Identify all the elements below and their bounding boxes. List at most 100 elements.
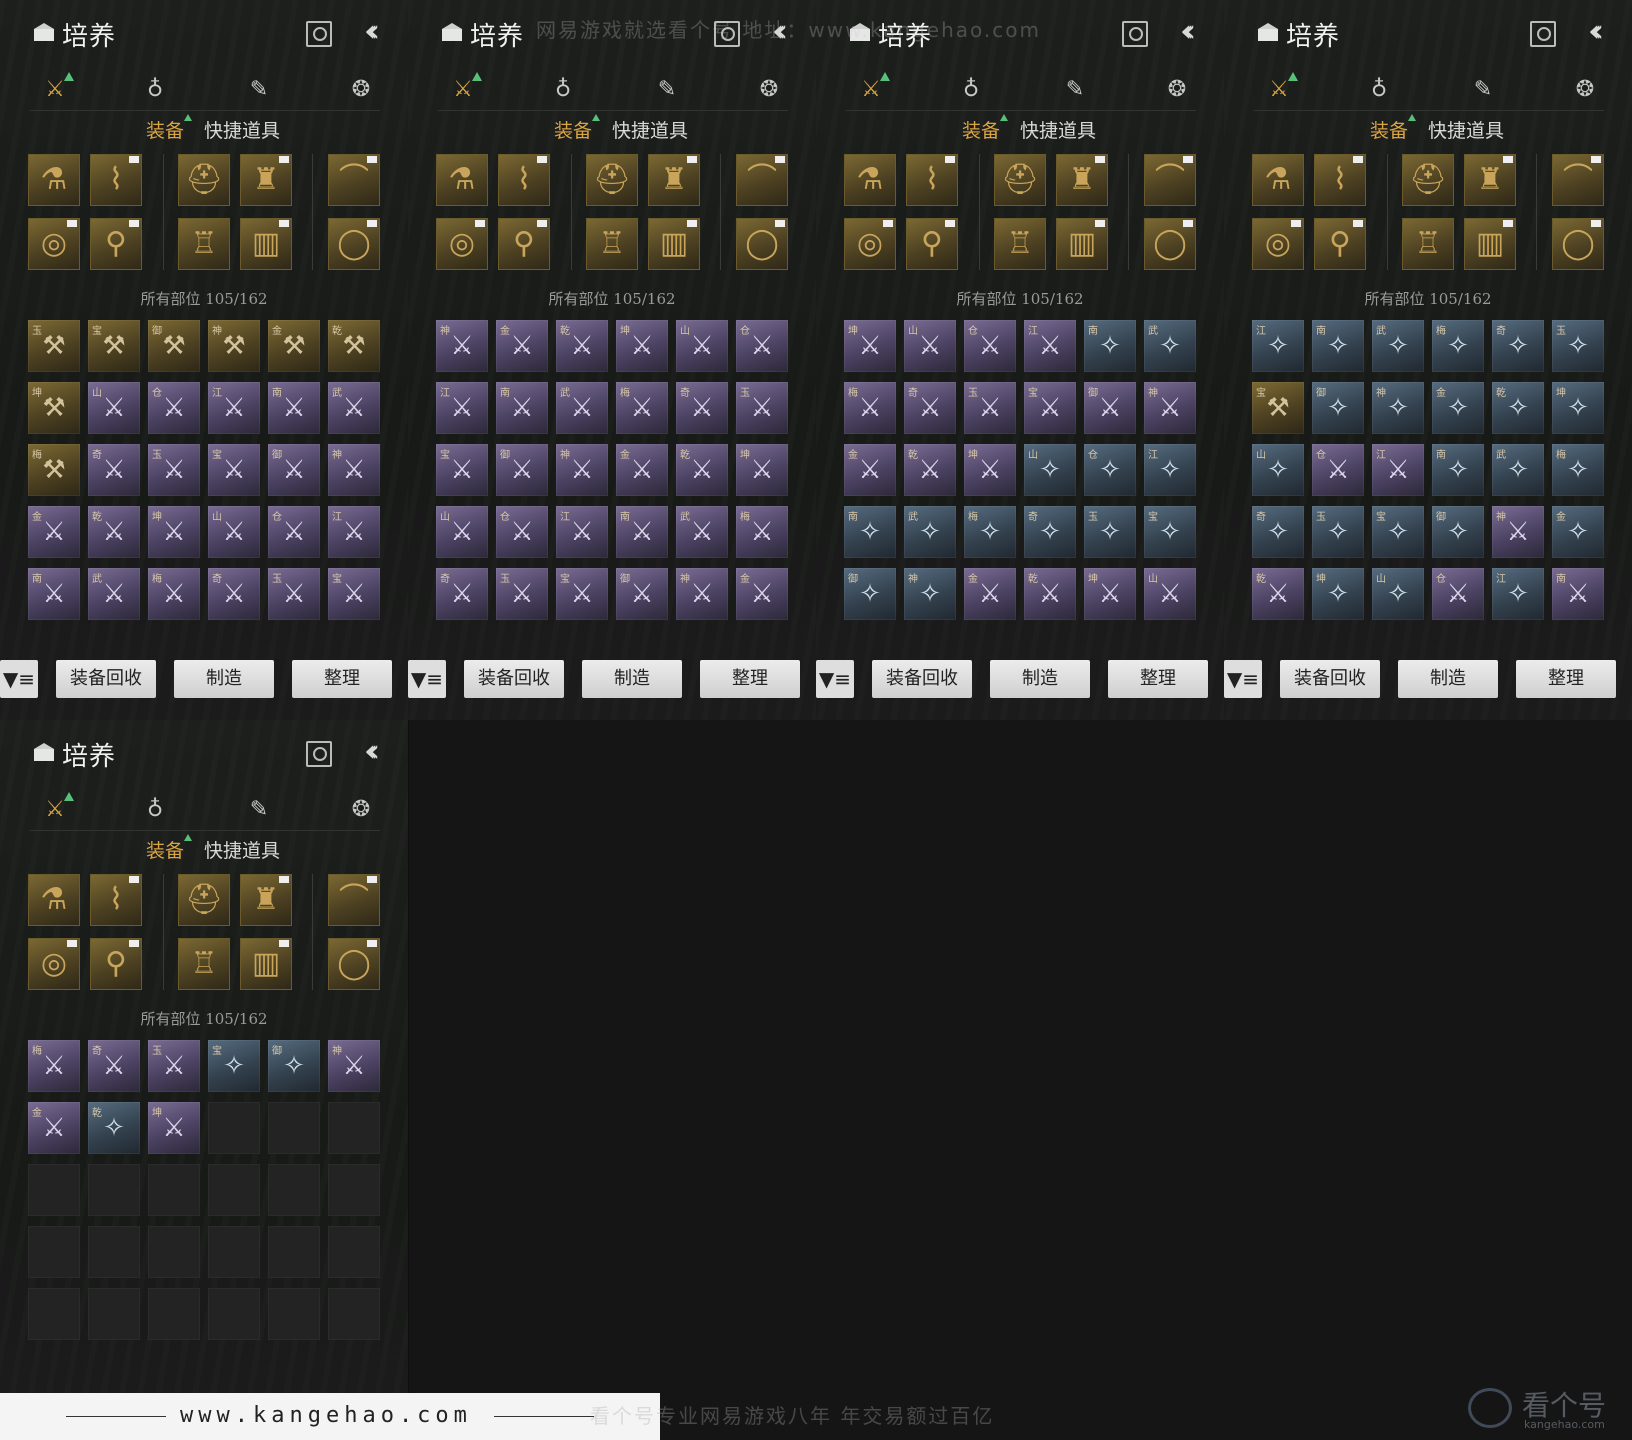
inventory-slot[interactable]	[328, 1164, 380, 1216]
inventory-slot[interactable]: 乾 ✧	[1492, 382, 1544, 434]
search-icon[interactable]	[1530, 21, 1556, 47]
equipped-slot[interactable]: ⌇	[90, 874, 142, 926]
inventory-slot[interactable]: 乾 ⚔	[1252, 568, 1304, 620]
equipped-slot[interactable]: ⌇	[498, 154, 550, 206]
inventory-slot[interactable]: 金 ⚔	[28, 506, 80, 558]
inventory-slot[interactable]: 金 ✧	[1432, 382, 1484, 434]
equipped-slot[interactable]: ♜	[648, 154, 700, 206]
inventory-slot[interactable]: 武 ✧	[904, 506, 956, 558]
inventory-slot[interactable]: 南 ✧	[1312, 320, 1364, 372]
inventory-slot[interactable]	[148, 1288, 200, 1340]
equipped-slot[interactable]: ◯	[328, 938, 380, 990]
double-chevron-left-icon[interactable]: ‹‹‹	[364, 734, 380, 769]
inventory-slot[interactable]: 南 ⚔	[1552, 568, 1604, 620]
tab-equipment[interactable]: 装备	[962, 114, 1009, 143]
search-icon[interactable]	[306, 741, 332, 767]
inventory-slot[interactable]: 乾 ⚔	[904, 444, 956, 496]
equipped-slot[interactable]: ♜	[240, 874, 292, 926]
tab-equipment[interactable]: 装备	[1370, 114, 1417, 143]
inventory-slot[interactable]: 仓 ⚔	[736, 320, 788, 372]
gourd-icon[interactable]: ❂	[344, 74, 378, 106]
inventory-slot[interactable]: 梅 ✧	[1432, 320, 1484, 372]
inventory-slot[interactable]: 御 ⚔	[616, 568, 668, 620]
pouch-icon[interactable]: ♁	[1362, 74, 1396, 106]
inventory-slot[interactable]: 宝 ⚒	[1252, 382, 1304, 434]
tab-quick-items[interactable]: 快捷道具	[204, 116, 280, 143]
inventory-slot[interactable]: 仓 ⚔	[268, 506, 320, 558]
equipped-slot[interactable]: ⛑	[1402, 154, 1454, 206]
inventory-slot[interactable]	[148, 1226, 200, 1278]
inventory-slot[interactable]: 神 ⚒	[208, 320, 260, 372]
inventory-slot[interactable]: 金 ⚔	[736, 568, 788, 620]
inventory-slot[interactable]	[328, 1288, 380, 1340]
crossed-swords-icon[interactable]: ⚔	[446, 72, 482, 106]
pouch-icon[interactable]: ♁	[138, 794, 172, 826]
inventory-slot[interactable]: 玉 ⚔	[964, 382, 1016, 434]
inventory-slot[interactable]	[88, 1288, 140, 1340]
inventory-slot[interactable]: 金 ✧	[1552, 506, 1604, 558]
inventory-slot[interactable]	[208, 1164, 260, 1216]
sort-button[interactable]: 整理	[1108, 660, 1208, 698]
inventory-slot[interactable]	[28, 1226, 80, 1278]
inventory-slot[interactable]: 金 ⚔	[616, 444, 668, 496]
tab-equipment[interactable]: 装备	[146, 114, 193, 143]
equipped-slot[interactable]: ◯	[328, 218, 380, 270]
inventory-slot[interactable]: 宝 ⚔	[328, 568, 380, 620]
inventory-slot[interactable]: 奇 ✧	[1252, 506, 1304, 558]
gourd-icon[interactable]: ❂	[344, 794, 378, 826]
inventory-slot[interactable]: 武 ⚔	[676, 506, 728, 558]
inventory-slot[interactable]: 武 ⚔	[328, 382, 380, 434]
inventory-slot[interactable]: 梅 ⚒	[28, 444, 80, 496]
inventory-slot[interactable]: 山 ⚔	[676, 320, 728, 372]
equipped-slot[interactable]: ♖	[586, 218, 638, 270]
inventory-slot[interactable]: 乾 ⚔	[88, 506, 140, 558]
equipped-slot[interactable]: ♜	[1056, 154, 1108, 206]
inventory-slot[interactable]: 山 ⚔	[88, 382, 140, 434]
inventory-slot[interactable]: 南 ⚔	[616, 506, 668, 558]
equipped-slot[interactable]: ◎	[844, 218, 896, 270]
equipped-slot[interactable]: ◯	[1552, 218, 1604, 270]
craft-button[interactable]: 制造	[174, 660, 274, 698]
inventory-slot[interactable]: 玉 ✧	[1312, 506, 1364, 558]
equipped-slot[interactable]: ◎	[436, 218, 488, 270]
inventory-slot[interactable]: 山 ⚔	[208, 506, 260, 558]
tab-quick-items[interactable]: 快捷道具	[204, 836, 280, 863]
inventory-slot[interactable]: 御 ✧	[268, 1040, 320, 1092]
inventory-slot[interactable]: 御 ✧	[1432, 506, 1484, 558]
inventory-slot[interactable]: 山 ✧	[1372, 568, 1424, 620]
pouch-icon[interactable]: ♁	[954, 74, 988, 106]
equipped-slot[interactable]: ⌇	[1314, 154, 1366, 206]
inventory-slot[interactable]: 江 ⚔	[1372, 444, 1424, 496]
inventory-slot[interactable]: 梅 ⚔	[736, 506, 788, 558]
inventory-slot[interactable]: 山 ⚔	[436, 506, 488, 558]
inventory-slot[interactable]: 仓 ⚔	[496, 506, 548, 558]
equipped-slot[interactable]: ♜	[240, 154, 292, 206]
scroll-icon[interactable]: ✎	[242, 74, 276, 106]
equipped-slot[interactable]: ▥	[1056, 218, 1108, 270]
filter-icon[interactable]: ▼≡	[0, 660, 38, 698]
inventory-slot[interactable]: 梅 ⚔	[844, 382, 896, 434]
inventory-slot[interactable]: 武 ✧	[1492, 444, 1544, 496]
inventory-slot[interactable]: 江 ✧	[1492, 568, 1544, 620]
equipped-slot[interactable]: ♖	[994, 218, 1046, 270]
sort-button[interactable]: 整理	[292, 660, 392, 698]
inventory-slot[interactable]: 宝 ✧	[208, 1040, 260, 1092]
equipped-slot[interactable]: ⚲	[90, 218, 142, 270]
inventory-slot[interactable]: 奇 ⚔	[436, 568, 488, 620]
inventory-slot[interactable]: 江 ⚔	[208, 382, 260, 434]
inventory-slot[interactable]: 神 ⚔	[328, 444, 380, 496]
scroll-icon[interactable]: ✎	[1058, 74, 1092, 106]
inventory-slot[interactable]: 乾 ⚔	[556, 320, 608, 372]
inventory-slot[interactable]: 奇 ⚔	[208, 568, 260, 620]
inventory-slot[interactable]: 梅 ⚔	[148, 568, 200, 620]
inventory-slot[interactable]: 山 ✧	[1252, 444, 1304, 496]
recycle-button[interactable]: 装备回收	[872, 660, 972, 698]
inventory-slot[interactable]: 乾 ⚔	[676, 444, 728, 496]
inventory-slot[interactable]	[148, 1164, 200, 1216]
sort-button[interactable]: 整理	[1516, 660, 1616, 698]
inventory-slot[interactable]: 御 ⚔	[1084, 382, 1136, 434]
inventory-slot[interactable]: 玉 ✧	[1552, 320, 1604, 372]
equipped-slot[interactable]: ♖	[178, 938, 230, 990]
equipped-slot[interactable]: ◯	[1144, 218, 1196, 270]
craft-button[interactable]: 制造	[1398, 660, 1498, 698]
